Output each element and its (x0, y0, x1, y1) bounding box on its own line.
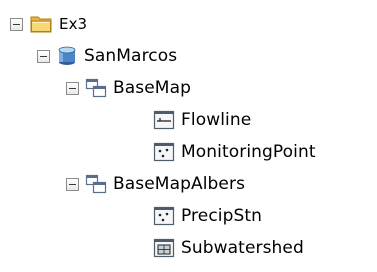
tree-node-precipstn[interactable]: PrecipStn (153, 200, 262, 232)
point-feature-class-icon (153, 142, 175, 162)
tree-node-sanmarcos[interactable]: SanMarcos (37, 40, 177, 72)
collapse-toggle-ex3[interactable] (10, 17, 23, 31)
tree-node-label: PrecipStn (181, 206, 263, 226)
collapse-toggle-sanmarcos[interactable] (37, 49, 50, 63)
tree-node-label: MonitoringPoint (181, 142, 316, 162)
line-feature-class-icon (153, 110, 175, 130)
collapse-toggle-basemapalbers[interactable] (66, 177, 79, 191)
tree-node-basemap[interactable]: BaseMap (66, 72, 191, 104)
collapse-toggle-basemap[interactable] (66, 81, 79, 95)
tree-node-flowline[interactable]: Flowline (153, 104, 251, 136)
tree-node-label: Flowline (181, 110, 252, 130)
tree-node-label: BaseMap (113, 78, 191, 98)
tree-node-monitoringpoint[interactable]: MonitoringPoint (153, 136, 316, 168)
point-feature-class-icon (153, 206, 175, 226)
catalog-tree: Ex3 SanMarcos BaseMap Flowline Monitorin… (0, 0, 377, 272)
feature-dataset-icon (85, 174, 107, 194)
tree-node-label: SanMarcos (84, 46, 178, 66)
tree-node-subwatershed[interactable]: Subwatershed (153, 232, 304, 264)
geodatabase-icon (58, 46, 76, 65)
folder-icon (30, 16, 52, 33)
tree-node-label: BaseMapAlbers (113, 174, 246, 194)
tree-node-basemapalbers[interactable]: BaseMapAlbers (66, 168, 245, 200)
feature-dataset-icon (85, 78, 107, 98)
polygon-feature-class-icon (153, 238, 175, 258)
tree-node-label: Subwatershed (181, 238, 304, 258)
tree-node-ex3[interactable]: Ex3 (10, 8, 87, 40)
tree-node-label: Ex3 (59, 15, 88, 33)
